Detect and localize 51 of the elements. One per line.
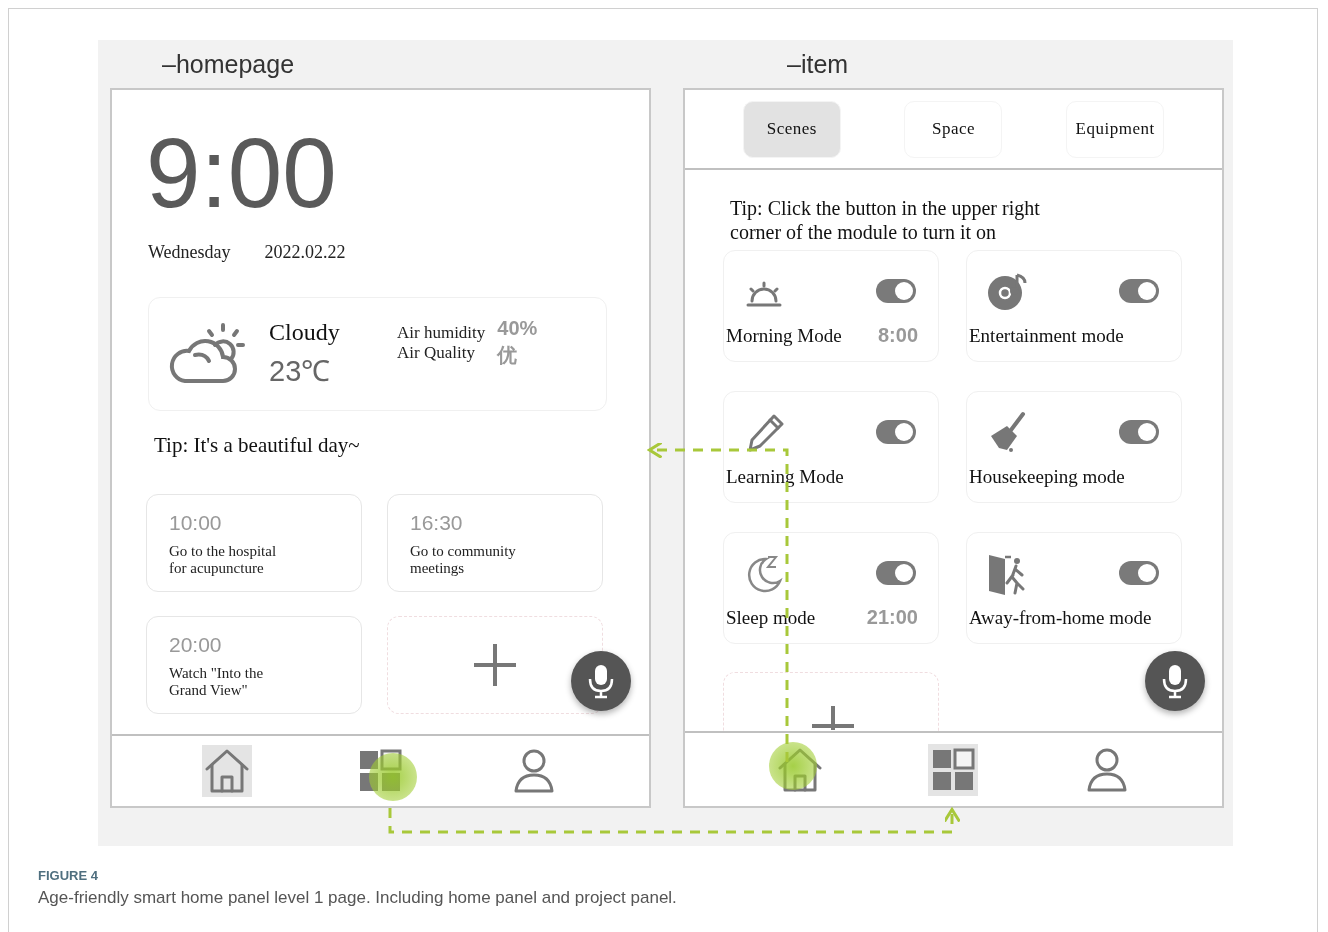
grid-tab[interactable] <box>928 743 979 796</box>
mode-name: Morning Mode <box>726 325 842 347</box>
mode-time: 8:00 <box>877 324 918 347</box>
panel-title: –item <box>787 49 849 80</box>
mode-name: Entertainment mode <box>969 325 1124 347</box>
tip-text: Tip: Click the button in the upper right corner of the module to turn it on <box>730 196 1040 244</box>
reminder-text: Watch "Into the Grand View" <box>169 664 264 699</box>
add-reminder-tile[interactable] <box>387 615 603 714</box>
date-text: 2022.02.22 <box>264 241 346 263</box>
toggle-switch[interactable] <box>876 279 916 303</box>
microphone-button[interactable] <box>571 651 631 711</box>
reminder-card[interactable]: 16:30 Go to community meetings <box>387 493 603 592</box>
reminder-time: 16:30 <box>410 510 463 535</box>
air-quality-label: Air Quality <box>397 342 476 363</box>
home-tab[interactable] <box>201 745 252 797</box>
reminder-time: 10:00 <box>169 510 222 535</box>
microphone-button[interactable] <box>1145 651 1205 711</box>
toggle-switch[interactable] <box>876 420 916 444</box>
mode-name: Learning Mode <box>726 466 844 488</box>
figure-label: FIGURE 4 <box>38 868 99 883</box>
reminder-text: Go to community meetings <box>410 542 516 577</box>
weather-condition: Cloudy <box>269 318 341 346</box>
reminder-card[interactable]: 20:00 Watch "Into the Grand View" <box>146 615 362 714</box>
plus-icon <box>810 704 856 730</box>
air-quality-value: 优 <box>497 342 519 368</box>
humidity-value: 40% <box>497 316 538 340</box>
weekday-text: Wednesday <box>148 241 231 263</box>
toggle-switch[interactable] <box>876 561 916 585</box>
tab[interactable]: Scenes <box>742 100 841 158</box>
reminder-time: 20:00 <box>169 632 222 657</box>
microphone-icon <box>586 663 616 699</box>
humidity-label: Air humidity <box>397 322 486 343</box>
toggle-switch[interactable] <box>1119 279 1159 303</box>
panel-title: –homepage <box>162 49 295 80</box>
tab[interactable]: Equipment <box>1066 100 1165 158</box>
microphone-icon <box>1160 663 1190 699</box>
mode-name: Housekeeping mode <box>969 466 1125 488</box>
tip-text: Tip: It's a beautiful day~ <box>154 432 360 458</box>
toggle-switch[interactable] <box>1119 420 1159 444</box>
mode-time: 21:00 <box>866 606 918 629</box>
figure-caption: Age-friendly smart home panel level 1 page. Including home panel and project panel. <box>38 888 678 908</box>
clock-time: 9:00 <box>146 120 337 228</box>
mode-name: Away-from-home mode <box>969 607 1152 629</box>
plus-icon <box>472 641 518 688</box>
reminder-card[interactable]: 10:00 Go to the hospital for acupuncture <box>146 493 362 592</box>
add-mode-tile[interactable] <box>723 672 939 731</box>
temperature-text: 23℃ <box>269 353 332 389</box>
mode-name: Sleep mode <box>726 607 816 629</box>
toggle-switch[interactable] <box>1119 561 1159 585</box>
reminder-text: Go to the hospital for acupuncture <box>169 542 277 577</box>
tab[interactable]: Space <box>904 100 1003 158</box>
